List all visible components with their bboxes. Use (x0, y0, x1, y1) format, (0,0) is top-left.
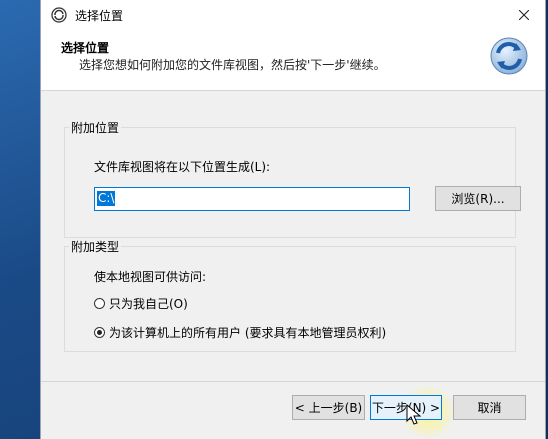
header-subtitle: 选择您想如何附加您的文件库视图，然后按'下一步'继续。 (79, 58, 386, 72)
wizard-header: 选择位置 选择您想如何附加您的文件库视图，然后按'下一步'继续。 (41, 30, 545, 91)
attach-type-title: 附加类型 (69, 238, 122, 255)
radio-all-users-label: 为该计算机上的所有用户 (要求具有本地管理员权利) (109, 326, 387, 340)
radio-all-users[interactable]: 为该计算机上的所有用户 (要求具有本地管理员权利) (94, 324, 386, 341)
type-prompt: 使本地视图可供访问: (94, 270, 207, 284)
radio-only-me-label: 只为我自己(O) (109, 297, 188, 311)
location-path-input[interactable] (94, 187, 410, 211)
radio-only-me-circle[interactable] (94, 298, 105, 309)
radio-only-me[interactable]: 只为我自己(O) (94, 295, 188, 312)
radio-all-users-circle[interactable] (94, 327, 105, 338)
attach-location-group: 附加位置 文件库视图将在以下位置生成(L): C:\ 浏览(R)... (64, 119, 521, 238)
next-button[interactable]: 下一步(N) > (370, 395, 442, 420)
cancel-button[interactable]: 取消 (453, 395, 526, 420)
close-button[interactable] (503, 0, 545, 30)
title-bar: 选择位置 (41, 0, 545, 30)
attach-location-title: 附加位置 (69, 119, 122, 136)
back-button[interactable]: < 上一步(B) (292, 395, 365, 420)
sync-arrows-icon (490, 37, 528, 75)
browse-button[interactable]: 浏览(R)... (435, 186, 521, 211)
selected-path-text: C:\ (97, 191, 116, 206)
close-icon (519, 10, 529, 20)
app-logo-icon (51, 7, 67, 23)
attach-type-group: 附加类型 使本地视图可供访问: 只为我自己(O) 为该计算机上的所有用户 (要求… (64, 238, 516, 352)
footer-separator (41, 381, 545, 382)
dialog-window: 选择位置 选择位置 选择您想如何附加您的文件库视图，然后按'下一步'继续。 附加… (40, 0, 546, 439)
location-prompt: 文件库视图将在以下位置生成(L): (94, 160, 271, 174)
window-title: 选择位置 (75, 9, 124, 23)
header-title: 选择位置 (61, 41, 110, 55)
